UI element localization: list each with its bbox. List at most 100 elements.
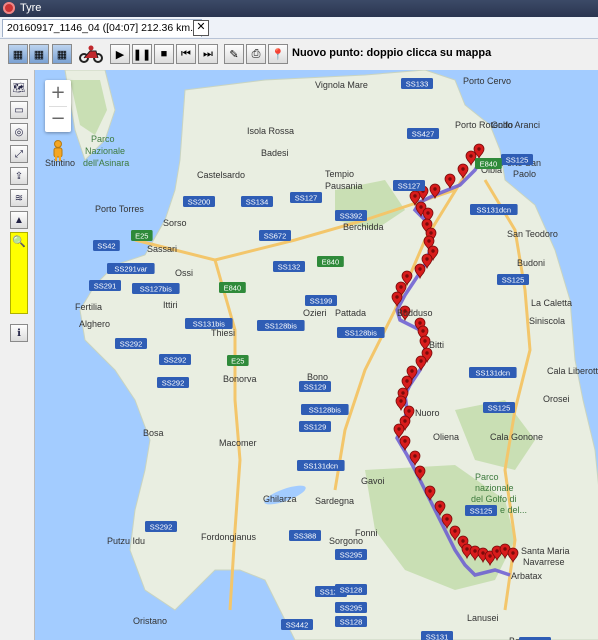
road-shield-label: SS129 <box>304 383 327 392</box>
road-shield: SS127 <box>393 180 425 191</box>
place-label: Gavoi <box>361 476 385 486</box>
compass-icon[interactable]: ◎ <box>10 123 28 141</box>
sidebar: 🗺 ▭ ◎ ⤢ ⇪ ≋ ▲ 🔍 ℹ <box>7 77 30 347</box>
road-shield: SS199 <box>305 295 337 306</box>
road-shield: SS128bis <box>337 327 385 338</box>
road-shield: SS132 <box>273 261 305 272</box>
road-shield-label: SS131 <box>426 633 449 640</box>
road-shield: SS42 <box>93 240 120 251</box>
pegman-icon[interactable] <box>49 140 67 162</box>
road-shield: SS392 <box>335 210 367 221</box>
place-label: Bitti <box>429 340 444 350</box>
pause-button[interactable]: ❚❚ <box>132 44 152 64</box>
map-view[interactable]: Vignola Mare Porto Cervo Parco Nazionale del… <box>34 70 598 640</box>
road-shield: E25 <box>227 355 249 366</box>
road-shield-label: E840 <box>322 258 340 267</box>
place-label: Putzu Idu <box>107 536 145 546</box>
road-shield-label: SS131dcn <box>303 462 338 471</box>
status-text: Nuovo punto: doppio clicca su mappa <box>292 47 492 59</box>
tab-track[interactable]: 20160917_1146_04 ([04:07] 212.36 km.) <box>2 19 202 37</box>
road-shield: SS125 <box>483 402 515 413</box>
road-shield: SS291 <box>89 280 121 291</box>
road-shield: SS295 <box>335 549 367 560</box>
zoom-in-button[interactable]: + <box>45 80 71 106</box>
road-shield-label: SS127 <box>295 194 318 203</box>
road-shield: SS128bis <box>301 404 349 415</box>
place-label: San Teodoro <box>507 229 558 239</box>
place-label: Orosei <box>543 394 570 404</box>
road-shield-label: E840 <box>480 160 498 169</box>
road-shield-label: E840 <box>224 284 242 293</box>
place-label: Lanusei <box>467 613 499 623</box>
road-shield-label: SS132 <box>278 263 301 272</box>
place-label: Nuoro <box>415 408 440 418</box>
place-label: Ozieri <box>303 308 327 318</box>
motorbike-icon[interactable] <box>78 44 104 64</box>
place-label: Vignola Mare <box>315 80 368 90</box>
tab-close-button[interactable]: ✕ <box>193 20 209 36</box>
place-label: Pausania <box>325 181 363 191</box>
calculator-icon[interactable]: ▦ <box>8 44 28 64</box>
search-icon[interactable]: 🔍 <box>12 235 26 248</box>
calculator-icon-2[interactable]: ▦ <box>29 44 49 64</box>
place-label: Nazionale <box>85 146 125 156</box>
road-shield-label: SS127 <box>398 182 421 191</box>
info-icon[interactable]: ℹ <box>10 324 28 342</box>
play-button[interactable]: ▶ <box>110 44 130 64</box>
road-shield: SS128bis <box>257 320 305 331</box>
road-shield: SS131 <box>421 631 453 640</box>
place-label: Castelsardo <box>197 170 245 180</box>
road-shield-label: SS295 <box>340 551 363 560</box>
map-canvas[interactable]: Vignola Mare Porto Cervo Parco Nazionale del… <box>35 70 598 640</box>
place-label: del Golfo di <box>471 494 517 504</box>
app-icon <box>3 2 15 14</box>
print-icon[interactable]: ⎙ <box>246 44 266 64</box>
tab-bar: 20160917_1146_04 ([04:07] 212.36 km.) ✕ <box>0 17 598 39</box>
road-shield: SS295 <box>335 602 367 613</box>
road-shield: SS128 <box>335 584 367 595</box>
road-shield: E840 <box>317 256 344 267</box>
previous-button[interactable]: ⏮ <box>176 44 196 64</box>
place-label: Cala Liberotto <box>547 366 598 376</box>
road-shield-label: SS295 <box>340 604 363 613</box>
road-shield-label: SS128 <box>340 586 363 595</box>
place-label: Budoni <box>517 258 545 268</box>
road-shield-label: SS125 <box>470 507 493 516</box>
road-shield-label: SS199 <box>310 297 333 306</box>
road-shield-label: SS128bis <box>309 406 341 415</box>
road-icon[interactable]: ▲ <box>10 211 28 229</box>
place-label: Porto Cervo <box>463 76 511 86</box>
place-label: Fertilia <box>75 302 102 312</box>
zoom-out-button[interactable]: − <box>45 106 71 132</box>
title-bar: Tyre <box>0 0 598 17</box>
map-icon[interactable]: 🗺 <box>10 79 28 97</box>
export-icon[interactable]: ⇪ <box>10 167 28 185</box>
place-label: Sardegna <box>315 496 354 506</box>
road-shield-label: SS133 <box>406 80 429 89</box>
stop-button[interactable]: ■ <box>154 44 174 64</box>
place-label: Santa Maria <box>521 546 570 556</box>
search-panel[interactable]: 🔍 <box>10 232 28 314</box>
screen-icon[interactable]: ▭ <box>10 101 28 119</box>
place-label: Sorso <box>163 218 187 228</box>
road-shield: SS125 <box>465 505 497 516</box>
road-shield-label: SS392 <box>340 212 363 221</box>
place-label: Pattada <box>335 308 366 318</box>
road-shield: SS388 <box>289 530 321 541</box>
next-button[interactable]: ⏭ <box>198 44 218 64</box>
road-shield: SS672 <box>259 230 291 241</box>
road-shield: SS131bis <box>185 318 233 329</box>
marker-icon[interactable]: 📍 <box>268 44 288 64</box>
road-shield: SS291var <box>107 263 155 274</box>
road-shield-label: SS442 <box>286 621 309 630</box>
feed-icon[interactable]: ≋ <box>10 189 28 207</box>
road-shield-label: SS127bis <box>140 285 172 294</box>
road-shield-label: SS292 <box>150 523 173 532</box>
road-shield-label: SS427 <box>412 130 435 139</box>
place-label: dell'Asinara <box>83 158 129 168</box>
edit-icon[interactable]: ✎ <box>224 44 244 64</box>
expand-icon[interactable]: ⤢ <box>10 145 28 163</box>
road-shield: E840 <box>219 282 246 293</box>
calculator-icon-3[interactable]: ▦ <box>52 44 72 64</box>
place-label: Alghero <box>79 319 110 329</box>
